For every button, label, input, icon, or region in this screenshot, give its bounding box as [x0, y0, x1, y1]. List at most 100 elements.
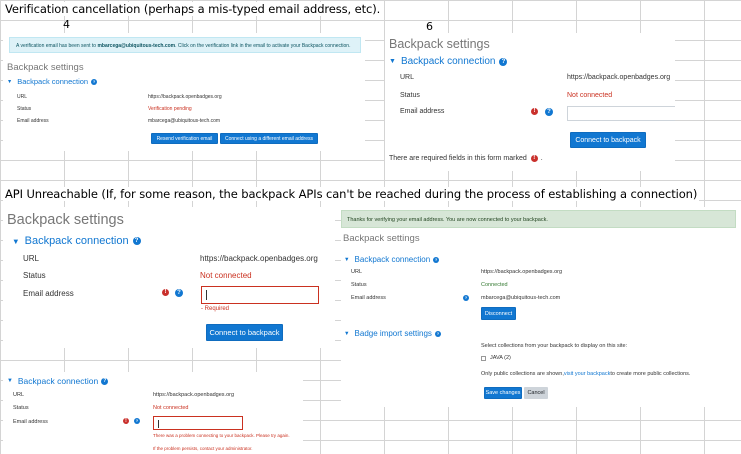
disconnect-button[interactable]: Disconnect	[481, 307, 516, 320]
import-legend-label: Badge import settings	[354, 329, 432, 338]
page-title: Backpack settings	[389, 37, 490, 51]
url-label: URL	[17, 94, 28, 100]
status-label: Status	[13, 405, 29, 411]
collapse-caret-icon: ▼	[344, 330, 350, 337]
backpack-connection-legend[interactable]: ▼ Backpack connection ?	[7, 77, 98, 86]
status-label: Status	[23, 271, 46, 280]
collapse-caret-icon: ▼	[7, 78, 13, 85]
email-value: mbarcega@ubiquitous-tech.com	[481, 295, 561, 301]
url-value: https://backpack.openbadges.org	[481, 269, 563, 275]
connect-to-backpack-button[interactable]: Connect to backpack	[570, 132, 646, 148]
screenshot-api-unreachable: Backpack settings ▼ Backpack connection …	[3, 207, 335, 348]
public-note-suffix: to create more public collections.	[610, 371, 691, 377]
verification-sent-alert: A verification email has been sent to mb…	[9, 37, 361, 53]
page-title: Backpack settings	[7, 212, 124, 228]
help-icon[interactable]: ?	[175, 289, 183, 297]
email-label: Email address	[400, 108, 445, 115]
collapse-caret-icon: ▼	[389, 58, 396, 65]
help-icon[interactable]: ?	[499, 57, 508, 66]
email-input[interactable]	[567, 106, 675, 121]
status-value: Not connected	[200, 271, 252, 280]
required-icon: !	[123, 418, 129, 424]
screenshot-connection-error: ▼ Backpack connection ? URL https://back…	[3, 372, 303, 454]
help-icon[interactable]: ?	[545, 108, 553, 116]
required-error: - Required	[201, 306, 230, 312]
url-value: https://backpack.openbadges.org	[200, 254, 318, 263]
url-value: https://backpack.openbadges.org	[567, 74, 671, 81]
text-cursor	[158, 420, 159, 428]
url-label: URL	[400, 74, 415, 81]
backpack-connection-legend[interactable]: ▼ Backpack connection ?	[389, 56, 508, 67]
contact-admin-message: If the problem persists, contact your ad…	[153, 446, 253, 451]
email-input[interactable]	[201, 286, 319, 304]
status-label: Status	[17, 106, 32, 112]
legend-label: Backpack connection	[17, 376, 99, 386]
status-value: Connected	[481, 282, 508, 288]
required-marker-icon: !	[530, 155, 538, 162]
help-icon[interactable]: ?	[132, 237, 141, 245]
visit-backpack-link[interactable]: visit your backpack	[564, 371, 610, 377]
status-value: Not connected	[567, 92, 613, 99]
email-label: Email address	[17, 118, 49, 124]
email-value: mbarcega@ubiquitous-tech.com	[148, 118, 221, 124]
legend-label: Backpack connection	[400, 56, 496, 67]
status-label: Status	[400, 92, 420, 99]
legend-label: Backpack connection	[24, 235, 129, 247]
collapse-caret-icon: ▼	[7, 378, 13, 384]
email-label: Email address	[23, 289, 74, 298]
url-label: URL	[13, 392, 25, 398]
help-icon[interactable]: ?	[91, 78, 98, 85]
resend-verification-button[interactable]: Resend verification email	[151, 133, 218, 144]
status-value: Verification pending	[148, 106, 192, 112]
url-label: URL	[351, 269, 363, 275]
badge-import-settings-legend[interactable]: ▼ Badge import settings ?	[344, 329, 441, 338]
public-note-prefix: Only public collections are shown,	[481, 371, 564, 377]
url-value: https://backpack.openbadges.org	[153, 392, 235, 398]
collection-checkbox[interactable]	[481, 355, 486, 361]
email-label: Email address	[13, 419, 48, 425]
page-title: Backpack settings	[343, 233, 420, 244]
legend-label: Backpack connection	[354, 255, 431, 264]
help-icon[interactable]: ?	[101, 377, 109, 385]
screenshot-connected: Thanks for verifying your email address.…	[341, 207, 741, 407]
collection-label: JAVA (2)	[490, 355, 511, 361]
connect-to-backpack-button[interactable]: Connect to backpack	[206, 324, 283, 341]
collapse-caret-icon: ▼	[12, 236, 20, 246]
backpack-connection-legend[interactable]: ▼ Backpack connection ?	[344, 255, 440, 264]
connection-error-message: There was a problem connecting to your b…	[153, 433, 290, 438]
screenshot-not-connected: Backpack settings ▼ Backpack connection …	[385, 33, 675, 171]
cell-number-4: 4	[63, 18, 70, 31]
save-changes-button[interactable]: Save changes	[484, 387, 522, 399]
help-icon[interactable]: ?	[134, 418, 140, 424]
legend-label: Backpack connection	[17, 77, 89, 86]
email-input[interactable]	[153, 416, 243, 430]
connect-different-email-button[interactable]: Connect using a different email address	[220, 133, 318, 144]
text-cursor	[206, 290, 207, 300]
backpack-connection-legend[interactable]: ▼ Backpack connection ?	[12, 235, 141, 247]
help-icon[interactable]: ?	[433, 256, 440, 263]
screenshot-verification-pending: A verification email has been sent to mb…	[3, 33, 365, 151]
help-icon[interactable]: ?	[434, 330, 441, 337]
heading-api-unreachable: API Unreachable (If, for some reason, th…	[3, 187, 700, 201]
alert-prefix: A verification email has been sent to	[16, 43, 98, 49]
url-label: URL	[23, 254, 40, 263]
email-label: Email address	[351, 295, 386, 301]
alert-text: Thanks for verifying your email address.…	[347, 217, 548, 223]
required-icon: !	[531, 108, 538, 115]
alert-email: mbarcega@ubiquitous-tech.com	[97, 43, 176, 49]
page-title: Backpack settings	[7, 62, 84, 73]
url-value: https://backpack.openbadges.org	[148, 94, 222, 100]
required-fields-note: There are required fields in this form m…	[389, 155, 527, 162]
status-value: Not connected	[153, 405, 189, 411]
backpack-connection-legend[interactable]: ▼ Backpack connection ?	[7, 376, 109, 386]
collections-intro: Select collections from your backpack to…	[481, 343, 628, 349]
help-icon[interactable]: ?	[463, 295, 469, 301]
required-icon: !	[162, 289, 169, 296]
heading-verification-cancellation: Verification cancellation (perhaps a mis…	[3, 2, 383, 16]
verified-success-alert: Thanks for verifying your email address.…	[341, 210, 736, 228]
cancel-button[interactable]: Cancel	[524, 387, 548, 399]
cell-number-6: 6	[426, 20, 433, 33]
alert-suffix: . Click on the verification link in the …	[175, 43, 351, 49]
collapse-caret-icon: ▼	[344, 256, 350, 263]
status-label: Status	[351, 282, 367, 288]
